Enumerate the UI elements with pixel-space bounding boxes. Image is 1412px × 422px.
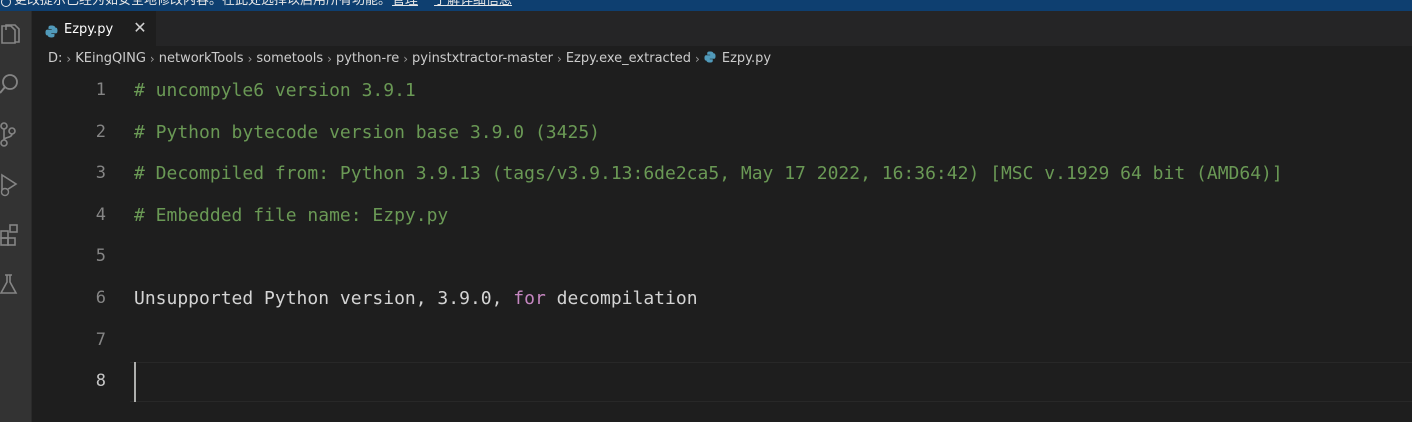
- breadcrumb-item[interactable]: networkTools: [159, 49, 244, 69]
- line-number: 7: [95, 329, 106, 350]
- code-text: # Embedded file name: Ezpy.py: [134, 204, 449, 226]
- run-debug-icon[interactable]: [0, 171, 28, 201]
- code-line[interactable]: 6 Unsupported Python version, 3.9.0, for…: [32, 278, 1412, 320]
- keyword-for: for: [513, 288, 546, 309]
- code-text: # uncompyle6 version 3.9.1: [134, 80, 416, 101]
- code-line[interactable]: 7: [32, 320, 1412, 362]
- line-number: 5: [95, 246, 106, 267]
- code-line-active[interactable]: 8: [32, 361, 1412, 403]
- breadcrumb-item[interactable]: Ezpy.exe_extracted: [566, 49, 691, 69]
- text-cursor: [134, 362, 136, 402]
- breadcrumb-item[interactable]: KEingQING: [75, 49, 146, 69]
- code-line[interactable]: 5: [32, 236, 1412, 278]
- code-line[interactable]: 4 # Embedded file name: Ezpy.py: [32, 195, 1412, 237]
- chevron-right-icon: ›: [403, 52, 409, 66]
- line-number: 6: [95, 288, 106, 308]
- source-control-icon[interactable]: [0, 121, 28, 151]
- code-editor[interactable]: 1 # uncompyle6 version 3.9.1 2 # Python …: [32, 70, 1412, 422]
- chevron-right-icon: ›: [695, 52, 700, 66]
- breadcrumb-item[interactable]: python-re: [336, 49, 399, 69]
- code-text: # Decompiled from: Python 3.9.13 (tags/v…: [134, 163, 1283, 185]
- chevron-right-icon: ›: [247, 52, 253, 66]
- chevron-right-icon: ›: [557, 52, 562, 66]
- code-text: # Python bytecode version base 3.9.0 (34…: [134, 121, 600, 143]
- code-text-segment: Unsupported Python version, 3.9.0,: [134, 288, 514, 309]
- line-number: 1: [95, 80, 106, 100]
- testing-icon[interactable]: [0, 271, 28, 301]
- breadcrumb-item[interactable]: Ezpy.py: [722, 49, 771, 69]
- explorer-icon[interactable]: [0, 21, 28, 51]
- code-line[interactable]: 2 # Python bytecode version base 3.9.0 (…: [32, 112, 1412, 154]
- chevron-right-icon: ›: [66, 52, 72, 66]
- search-icon[interactable]: [0, 71, 28, 101]
- line-number: 8: [95, 371, 106, 392]
- editor-tab-strip: Ezpy.py ✕: [32, 11, 1412, 46]
- code-text-segment: decompilation: [545, 288, 698, 309]
- info-icon: [1, 0, 11, 7]
- python-file-icon: [704, 51, 716, 67]
- line-number: 3: [95, 163, 106, 184]
- restricted-mode-banner[interactable]: 更改提示已经为如安全地修改内容。在此处选择以启用所有功能。 管理 了解详细信息: [0, 0, 1412, 11]
- code-line[interactable]: 1 # uncompyle6 version 3.9.1: [32, 70, 1412, 112]
- line-number: 2: [95, 121, 106, 142]
- chevron-right-icon: ›: [327, 52, 332, 66]
- banner-learn-more-link[interactable]: 了解详细信息: [434, 0, 512, 8]
- breadcrumb-item[interactable]: sometools: [256, 49, 323, 69]
- banner-text: 更改提示已经为如安全地修改内容。在此处选择以启用所有功能。: [14, 0, 392, 8]
- line-number: 4: [95, 204, 106, 225]
- vscode-window: 更改提示已经为如安全地修改内容。在此处选择以启用所有功能。 管理 了解详细信息: [0, 0, 1412, 422]
- close-tab-button[interactable]: ✕: [130, 18, 150, 38]
- extensions-icon[interactable]: [0, 221, 28, 251]
- breadcrumb-item[interactable]: pyinstxtractor-master: [412, 49, 553, 69]
- code-text: Unsupported Python version, 3.9.0, for d…: [134, 288, 698, 309]
- code-line[interactable]: 3 # Decompiled from: Python 3.9.13 (tags…: [32, 153, 1412, 195]
- activity-bar: [0, 11, 32, 422]
- chevron-right-icon: ›: [149, 52, 155, 66]
- breadcrumb: D: › KEingQING › networkTools › sometool…: [48, 49, 771, 69]
- banner-manage-link[interactable]: 管理: [392, 0, 418, 8]
- tab-label: Ezpy.py: [64, 22, 114, 37]
- python-file-icon: [45, 23, 58, 42]
- tab-ezpy-py[interactable]: Ezpy.py ✕: [32, 11, 156, 46]
- breadcrumb-item[interactable]: D:: [48, 49, 62, 69]
